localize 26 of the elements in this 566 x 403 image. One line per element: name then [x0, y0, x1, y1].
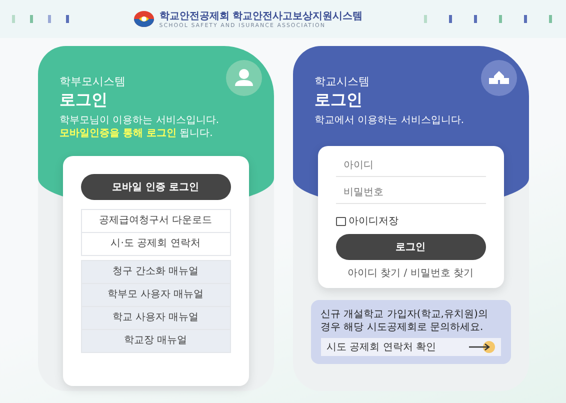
user-icon — [226, 60, 262, 96]
manual-link[interactable]: 학교장 매뉴얼 — [80, 329, 230, 353]
manual-link[interactable]: 학교 사용자 매뉴얼 — [80, 306, 230, 330]
find-account-link[interactable]: 아이디 찾기 / 비밀번호 찾기 — [336, 266, 486, 280]
remember-label: 아이디저장 — [348, 215, 398, 228]
mobile-login-button[interactable]: 모바일 인증 로그인 — [80, 174, 230, 200]
system-name: 학교시스템 — [314, 74, 370, 89]
manual-link[interactable]: 청구 간소화 매뉴얼 — [80, 260, 230, 284]
school-icon — [480, 60, 516, 96]
dash-pattern-drawing — [12, 14, 72, 24]
remember-checkbox[interactable] — [336, 216, 346, 226]
system-name: 학부모시스템 — [60, 74, 126, 89]
service-description: 학교에서 이용하는 서비스입니다. — [314, 114, 464, 127]
login-title: 로그인 — [314, 90, 364, 111]
logo-icon — [133, 10, 156, 28]
menu-link[interactable]: 시·도 공제회 연락처 — [80, 232, 230, 256]
arrow-icon — [468, 341, 494, 353]
contact-link[interactable]: 시도 공제회 연락처 확인 — [320, 338, 500, 356]
login-notice: 모바일인증을 통해 로그인 됩니다. — [60, 127, 214, 140]
login-button[interactable]: 로그인 — [336, 234, 486, 260]
login-title: 로그인 — [60, 90, 108, 111]
notice-text: 신규 개설학교 가입자(학교,유치원)의 경우 해당 시도공제회로 문의하세요. — [320, 308, 489, 334]
site-title: 학교안전공제회 학교안전사고보상지원시스템 — [159, 10, 363, 22]
manual-link[interactable]: 학부모 사용자 매뉴얼 — [80, 283, 230, 307]
service-description: 학부모님이 이용하는 서비스입니다. — [60, 114, 220, 127]
menu-link[interactable]: 공제급여청구서 다운로드 — [80, 209, 230, 233]
